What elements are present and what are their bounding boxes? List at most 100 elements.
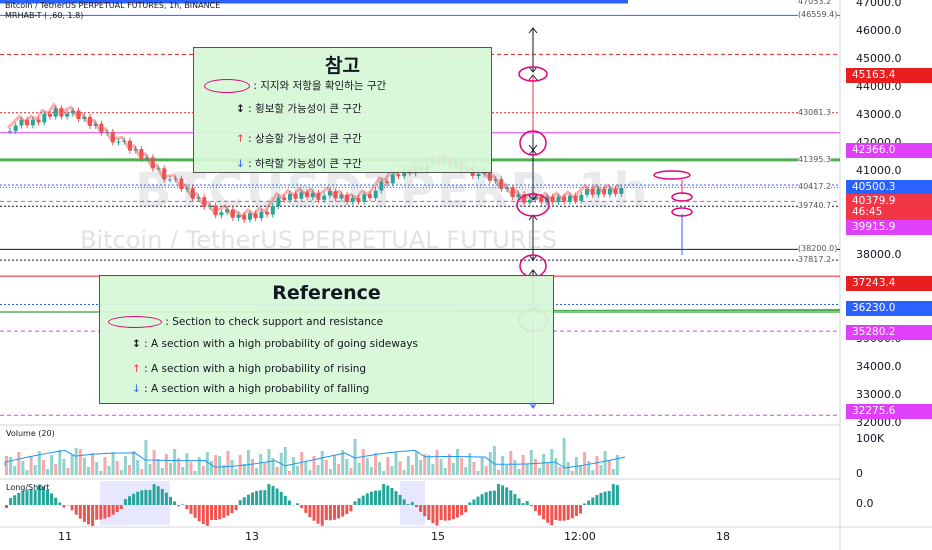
volume-bar <box>234 469 238 475</box>
ls-bar <box>406 504 410 505</box>
ls-bar <box>214 505 218 520</box>
ls-bar <box>591 497 595 505</box>
ls-bar <box>201 505 205 525</box>
ls-bar <box>337 505 341 519</box>
candle-body <box>30 119 35 126</box>
time-label: 11 <box>58 530 72 543</box>
legend-en-item-1: : Section to check support and resistanc… <box>108 316 383 328</box>
ls-bar <box>324 505 328 520</box>
volume-bar <box>70 454 74 475</box>
ls-bar <box>107 505 111 517</box>
volume-bar <box>456 449 459 475</box>
hline-label: (46559.4) <box>798 10 838 20</box>
ls-bar <box>58 502 62 505</box>
ls-bar <box>238 500 242 505</box>
ls-bar <box>480 494 484 505</box>
candle-body <box>65 113 70 117</box>
ls-bar <box>177 505 181 507</box>
ls-bar <box>275 488 279 505</box>
ls-bar <box>390 487 394 505</box>
volume-bar <box>308 470 312 475</box>
volume-bar <box>259 454 263 475</box>
ls-bar <box>574 505 578 517</box>
ls-bar <box>615 485 619 505</box>
ls-bar <box>460 505 464 516</box>
volume-bar <box>492 446 496 475</box>
volume-bar <box>205 452 209 475</box>
watermark-name: Bitcoin / TetherUS PERPETUAL FUTURES <box>80 226 557 254</box>
volume-bar <box>251 459 254 475</box>
ls-bar <box>197 505 201 522</box>
volume-bar <box>287 471 291 475</box>
ls-bar <box>267 484 271 505</box>
volume-bar <box>410 465 414 475</box>
volume-bar <box>181 467 185 475</box>
ls-bar <box>439 505 443 520</box>
volume-bar <box>197 457 201 475</box>
volume-bar <box>29 456 33 475</box>
ls-bar <box>488 491 492 505</box>
legend-en-item-4: ↓ : A section with a high probability of… <box>132 383 370 395</box>
time-label: 18 <box>716 530 730 543</box>
volume-bar <box>509 451 513 475</box>
volume-bar <box>599 465 603 475</box>
ls-bar <box>82 505 86 522</box>
volume-bar <box>357 463 361 475</box>
volume-bar <box>111 452 115 475</box>
volume-bar <box>501 456 505 475</box>
volume-bar <box>164 454 168 475</box>
volume-bar <box>95 462 99 475</box>
candle-body <box>8 131 12 133</box>
ls-bar <box>333 505 336 520</box>
volume-bar <box>451 463 455 475</box>
ls-bar <box>562 505 566 521</box>
ls-bar <box>435 505 439 526</box>
ls-bar <box>5 505 8 508</box>
ls-bar <box>173 501 177 505</box>
volume-bar <box>300 452 304 475</box>
volume-bar <box>374 453 377 475</box>
ls-bar <box>431 505 435 524</box>
volume-bar <box>525 464 529 475</box>
volume-bar <box>210 461 213 475</box>
ls-bar <box>123 499 127 505</box>
volume-bar <box>312 456 316 475</box>
volume-bar <box>41 460 45 475</box>
volume-bar <box>107 466 111 475</box>
ls-bar <box>505 487 509 505</box>
volume-bar <box>546 463 550 475</box>
volume-bar <box>324 460 328 475</box>
ls-bar <box>279 491 283 505</box>
volume-bar <box>443 468 447 475</box>
ls-bar <box>140 490 144 505</box>
price-tick: 38000.0 <box>856 248 902 261</box>
ls-bar <box>509 490 513 505</box>
ls-bar <box>21 491 25 505</box>
ls-bar <box>234 505 238 511</box>
volume-bar <box>570 471 574 475</box>
ls-bar <box>345 505 349 515</box>
ls-bar <box>9 498 13 505</box>
ls-bar <box>349 505 353 512</box>
volume-bar <box>562 438 566 475</box>
volume-bar <box>529 450 533 475</box>
volume-bar <box>607 460 611 475</box>
volume-bar <box>128 465 131 475</box>
legend-english: Reference : Section to check support and… <box>99 275 554 404</box>
volume-bar <box>542 454 546 475</box>
price-tick: 47000.0 <box>856 0 902 9</box>
legend-en-item-3: ↑ : A section with a high probability of… <box>132 363 367 375</box>
ls-bar <box>611 484 615 505</box>
price-label: 37243.4 <box>846 276 932 291</box>
volume-bar <box>136 460 140 475</box>
volume-bar <box>296 466 300 475</box>
volume-bar <box>382 471 386 475</box>
ls-bar <box>152 484 156 505</box>
ls-bar <box>111 505 115 515</box>
volume-bar <box>292 457 295 475</box>
ls-bar <box>579 505 582 514</box>
ls-bar <box>54 497 58 505</box>
volume-bar <box>21 461 25 475</box>
volume-bar <box>189 462 193 475</box>
volume-bar <box>140 469 144 475</box>
